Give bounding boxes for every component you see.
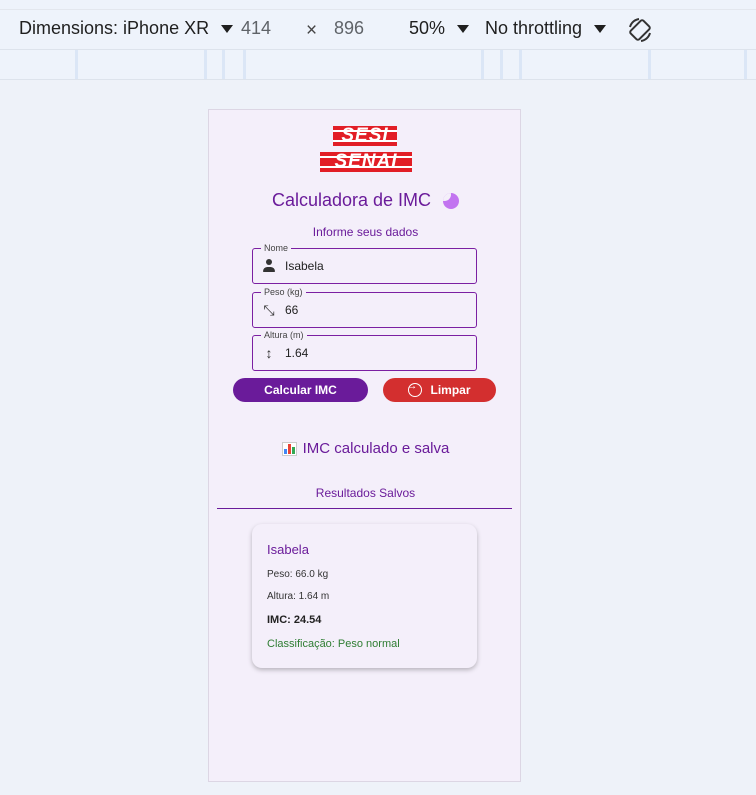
status-message: IMC calculado e salva: [209, 440, 522, 457]
peso-label: Peso (kg): [261, 286, 306, 298]
device-dimensions-dropdown[interactable]: Dimensions: iPhone XR: [19, 18, 234, 39]
ruler-marker: [648, 50, 651, 79]
logo-row-senai: SENAI: [320, 152, 412, 172]
expand-diagonal-icon: ⤡: [263, 301, 275, 318]
form-subtitle: Informe seus dados: [312, 225, 419, 239]
nome-label: Nome: [261, 242, 292, 254]
status-text: IMC calculado e salva: [302, 440, 450, 457]
page-title: Calculadora de IMC: [271, 190, 432, 210]
ruler-marker: [500, 50, 503, 79]
nome-value: Isabela: [285, 259, 324, 273]
media-query-ruler: [0, 50, 756, 80]
zoom-label: 50%: [409, 18, 446, 38]
zoom-dropdown[interactable]: 50%: [409, 18, 470, 39]
header: Calculadora de IMC: [209, 190, 522, 211]
results-divider: [217, 508, 512, 509]
vertical-arrows-icon: ↕: [265, 345, 273, 361]
calcular-imc-label: Calcular IMC: [264, 383, 337, 397]
result-imc: IMC: 24.54: [267, 614, 322, 626]
peso-field[interactable]: Peso (kg) ⤡ 66: [252, 286, 477, 328]
moon-icon[interactable]: [443, 192, 460, 209]
result-card[interactable]: Isabela Peso: 66.0 kg Altura: 1.64 m IMC…: [252, 524, 477, 668]
ruler-marker: [222, 50, 225, 79]
devtools-toolbar: Dimensions: iPhone XR 414 × 896 50% No t…: [0, 0, 756, 50]
result-classificacao: Classificação: Peso normal: [267, 638, 400, 650]
limpar-label: Limpar: [430, 383, 471, 397]
logo-row-sesi: SESI: [333, 126, 397, 146]
ruler-marker: [75, 50, 78, 79]
throttling-dropdown[interactable]: No throttling: [485, 18, 607, 39]
logout-icon: [406, 380, 423, 397]
result-altura: Altura: 1.64 m: [267, 591, 330, 602]
results-title: Resultados Salvos: [315, 486, 416, 500]
width-input[interactable]: 414: [241, 18, 271, 39]
chevron-down-icon: [457, 24, 470, 33]
person-icon: [261, 258, 277, 274]
bar-chart-icon: [281, 441, 297, 456]
device-dimensions-label: Dimensions: iPhone XR: [19, 18, 210, 38]
limpar-button[interactable]: Limpar: [383, 378, 496, 402]
phone-screen: SESI SENAI Calculadora de IMC Informe se…: [208, 109, 521, 782]
result-peso: Peso: 66.0 kg: [267, 569, 329, 580]
ruler-marker: [204, 50, 207, 79]
nome-field[interactable]: Nome Isabela: [252, 242, 477, 284]
ruler-marker: [744, 50, 747, 79]
peso-value: 66: [285, 303, 299, 317]
rotate-icon[interactable]: [625, 15, 655, 45]
chevron-down-icon: [221, 24, 234, 33]
ruler-marker: [519, 50, 522, 79]
ruler-marker: [243, 50, 246, 79]
calcular-imc-button[interactable]: Calcular IMC: [233, 378, 368, 402]
toolbar-divider: [0, 9, 756, 10]
altura-label: Altura (m): [261, 329, 307, 341]
sesi-senai-logo: SESI SENAI: [320, 126, 412, 174]
throttling-label: No throttling: [485, 18, 583, 38]
ruler-marker: [481, 50, 484, 79]
result-name: Isabela: [267, 542, 309, 557]
altura-value: 1.64: [285, 346, 309, 360]
times-separator: ×: [306, 20, 318, 41]
chevron-down-icon: [594, 24, 607, 33]
altura-field[interactable]: Altura (m) ↕ 1.64: [252, 329, 477, 371]
height-input[interactable]: 896: [334, 18, 364, 39]
